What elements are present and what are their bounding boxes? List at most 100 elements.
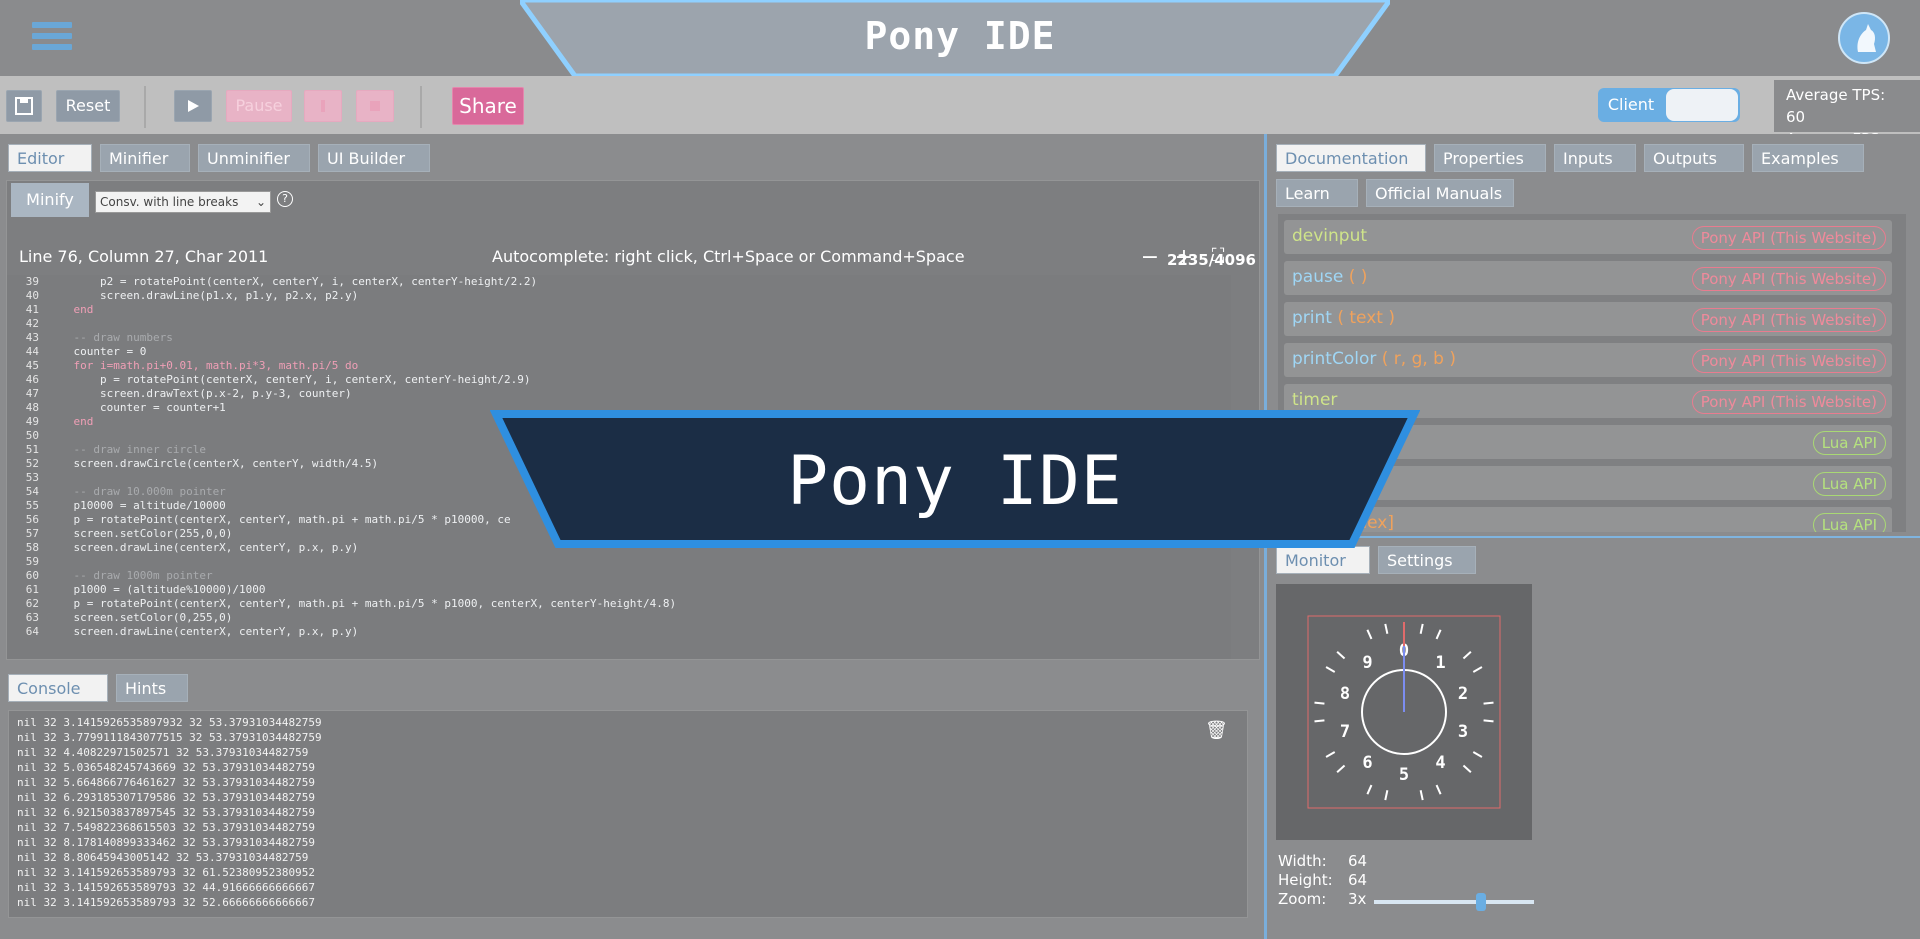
width-value: 64 [1348,852,1368,870]
play-button[interactable] [174,90,212,122]
dial-tick [1435,784,1442,795]
line-number: 64 [25,625,39,638]
code-text: counter = 0 [47,345,147,358]
tab-hints[interactable]: Hints [116,674,188,702]
console-line: nil 32 3.7799111843077515 32 53.37931034… [17,731,322,744]
tab-examples[interactable]: Examples [1752,144,1864,172]
tab-console[interactable]: Console [8,674,108,702]
tab-inputs[interactable]: Inputs [1554,144,1636,172]
tab-outputs[interactable]: Outputs [1644,144,1744,172]
line-number: 41 [25,303,39,316]
code-line[interactable]: 46 p = rotatePoint(centerX, centerY, i, … [7,373,1231,387]
code-line[interactable]: 61 p1000 = (altitude%10000)/1000 [7,583,1231,597]
minify-mode-select[interactable]: Consv. with line breaks ⌄ [95,191,271,213]
console-line: nil 32 3.141592653589793 32 61.523809523… [17,866,316,879]
reset-button[interactable]: Reset [56,90,120,122]
code-line[interactable]: 42 [7,317,1231,331]
minify-button[interactable]: Minify [11,183,89,217]
tab-settings[interactable]: Settings [1378,546,1476,574]
tab-ui-builder[interactable]: UI Builder [318,144,430,172]
doc-entry[interactable]: devinput Pony API (This Website) [1284,220,1892,254]
code-line[interactable]: 39 p2 = rotatePoint(centerX, centerY, i,… [7,275,1231,289]
doc-entry-badge: Lua API [1812,431,1886,455]
doc-entry[interactable]: print ( text ) Pony API (This Website) [1284,302,1892,336]
doc-entry[interactable]: pause ( ) Pony API (This Website) [1284,261,1892,295]
line-number: 58 [25,541,39,554]
code-line[interactable]: 64 screen.drawLine(centerX, centerY, p.x… [7,625,1231,639]
console-output[interactable]: nil 32 3.1415926535897932 32 53.37931034… [8,710,1248,918]
stop-button[interactable] [356,90,394,122]
tab-unminifier[interactable]: Unminifier [198,144,310,172]
monitor-screen[interactable]: 0123456789 [1276,584,1532,840]
splash-title: Pony IDE [787,442,1123,521]
line-number: 53 [25,471,39,484]
doc-entry-name: pause ( ) [1292,267,1367,287]
help-icon[interactable]: ? [277,191,293,207]
dial-tick [1325,666,1336,673]
zoom-slider-handle[interactable] [1476,893,1487,911]
dial-tick [1384,623,1389,634]
zoom-slider[interactable] [1374,893,1534,911]
zoom-in-icon[interactable]: + [1171,245,1197,270]
code-line[interactable]: 63 screen.setColor(0,255,0) [7,611,1231,625]
dial-tick [1384,790,1389,801]
line-number: 62 [25,597,39,610]
dial-tick [1419,790,1424,801]
app-title: Pony IDE [864,14,1056,58]
line-number: 59 [25,555,39,568]
step-button[interactable] [304,90,342,122]
doc-entry-name: timer [1292,390,1337,410]
save-button[interactable] [6,90,42,122]
doc-entry-name-text: pause [1292,267,1344,287]
avatar[interactable] [1838,12,1890,64]
code-line[interactable]: 44 counter = 0 [7,345,1231,359]
console-line: nil 32 6.293185307179586 32 53.379310344… [17,791,316,804]
dial-tick [1336,764,1346,773]
code-text: p = rotatePoint(centerX, centerY, math.p… [47,597,677,610]
zoom-out-icon[interactable]: − [1137,245,1163,270]
code-line[interactable]: 62 p = rotatePoint(centerX, centerY, mat… [7,597,1231,611]
share-button[interactable]: Share [452,87,524,125]
code-line[interactable]: 43 -- draw numbers [7,331,1231,345]
pause-button[interactable]: Pause [226,90,292,122]
tab-official-manuals[interactable]: Official Manuals [1366,179,1514,207]
code-line[interactable]: 41 end [7,303,1231,317]
code-line[interactable]: 60 -- draw 1000m pointer [7,569,1231,583]
line-number: 44 [25,345,39,358]
code-line[interactable]: 45 for i=math.pi+0.01, math.pi*3, math.p… [7,359,1231,373]
cursor-status: Line 76, Column 27, Char 2011 [19,247,269,266]
tab-monitor[interactable]: Monitor [1276,546,1370,574]
code-text: end [47,415,94,428]
doc-entry-args: ( ) [1343,267,1368,287]
doc-entry-name: printColor ( r, g, b ) [1292,349,1456,369]
code-text: counter = counter+1 [47,401,226,414]
dial-tick [1483,701,1494,705]
doc-entry[interactable]: printColor ( r, g, b ) Pony API (This Web… [1284,343,1892,377]
tab-documentation[interactable]: Documentation [1276,144,1426,172]
code-line[interactable]: 40 screen.drawLine(p1.x, p1.y, p2.x, p2.… [7,289,1231,303]
code-text: p1000 = (altitude%10000)/1000 [47,583,266,596]
fullscreen-icon[interactable]: ⛶ [1205,245,1231,266]
zoom-value: 3x [1348,890,1367,908]
tab-learn[interactable]: Learn [1276,179,1358,207]
tab-editor[interactable]: Editor [8,144,92,172]
code-line[interactable]: 47 screen.drawText(p.x-2, p.y-3, counter… [7,387,1231,401]
code-text: screen.drawText(p.x-2, p.y-3, counter) [47,387,352,400]
dial-tick [1462,764,1472,773]
dial-number: 8 [1340,684,1350,704]
client-toggle[interactable]: Client [1598,88,1740,122]
line-number: 54 [25,485,39,498]
tab-minifier[interactable]: Minifier [100,144,190,172]
trash-icon[interactable]: 🗑 [1205,720,1228,741]
dial-tick [1435,629,1442,640]
console-panel: Console Hints nil 32 3.1415926535897932 … [0,668,1264,939]
console-line: nil 32 5.036548245743669 32 53.379310344… [17,761,316,774]
step-icon [321,100,325,112]
tab-properties[interactable]: Properties [1434,144,1546,172]
code-line[interactable]: 59 [7,555,1231,569]
code-text: p10000 = altitude/10000 [47,499,226,512]
line-number: 52 [25,457,39,470]
stop-icon [370,101,380,111]
code-text: end [47,303,94,316]
line-number: 63 [25,611,39,624]
